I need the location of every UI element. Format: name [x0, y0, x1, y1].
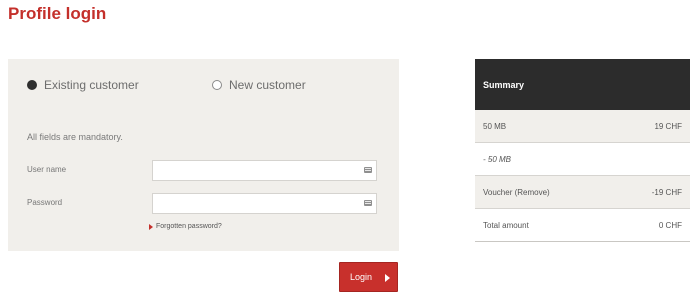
forgot-password-link[interactable]: Forgotten password? — [149, 223, 222, 230]
summary-row-label: - 50 MB — [483, 154, 512, 164]
summary-row-value: 19 CHF — [654, 121, 682, 131]
login-button[interactable]: Login — [339, 262, 398, 292]
total-value: 0 CHF — [658, 220, 682, 230]
login-button-label: Login — [350, 272, 373, 282]
summary-panel: Summary 50 MB 19 CHF - 50 MB Voucher (Re… — [475, 59, 690, 242]
username-input[interactable] — [152, 160, 377, 181]
radio-unselected-icon — [212, 80, 222, 90]
existing-customer-radio[interactable]: Existing customer — [27, 78, 139, 92]
keyboard-icon[interactable] — [364, 200, 372, 206]
summary-row: 50 MB 19 CHF — [475, 110, 690, 143]
summary-row: - 50 MB — [475, 143, 690, 176]
keyboard-icon[interactable] — [364, 167, 372, 173]
summary-row-label: Voucher (Remove) — [483, 187, 550, 197]
radio-selected-icon — [27, 80, 37, 90]
login-panel: Existing customer New customer All field… — [8, 59, 399, 251]
summary-row-value: -19 CHF — [651, 187, 682, 197]
new-customer-label: New customer — [229, 78, 306, 92]
password-label: Password — [27, 198, 63, 207]
summary-row-total: Total amount 0 CHF — [475, 209, 690, 242]
mandatory-note: All fields are mandatory. — [27, 132, 123, 142]
red-arrow-icon — [149, 223, 153, 230]
forgot-password-label: Forgotten password? — [156, 223, 222, 230]
total-label: Total amount — [483, 220, 529, 230]
page-title: Profile login — [8, 4, 107, 23]
username-label: User name — [27, 165, 67, 174]
summary-title: Summary — [475, 59, 690, 110]
summary-row: Voucher (Remove) -19 CHF — [475, 176, 690, 209]
new-customer-radio[interactable]: New customer — [212, 78, 306, 92]
summary-row-label: 50 MB — [483, 121, 507, 131]
chevron-right-icon — [385, 274, 390, 282]
password-input[interactable] — [152, 193, 377, 214]
existing-customer-label: Existing customer — [44, 78, 139, 92]
